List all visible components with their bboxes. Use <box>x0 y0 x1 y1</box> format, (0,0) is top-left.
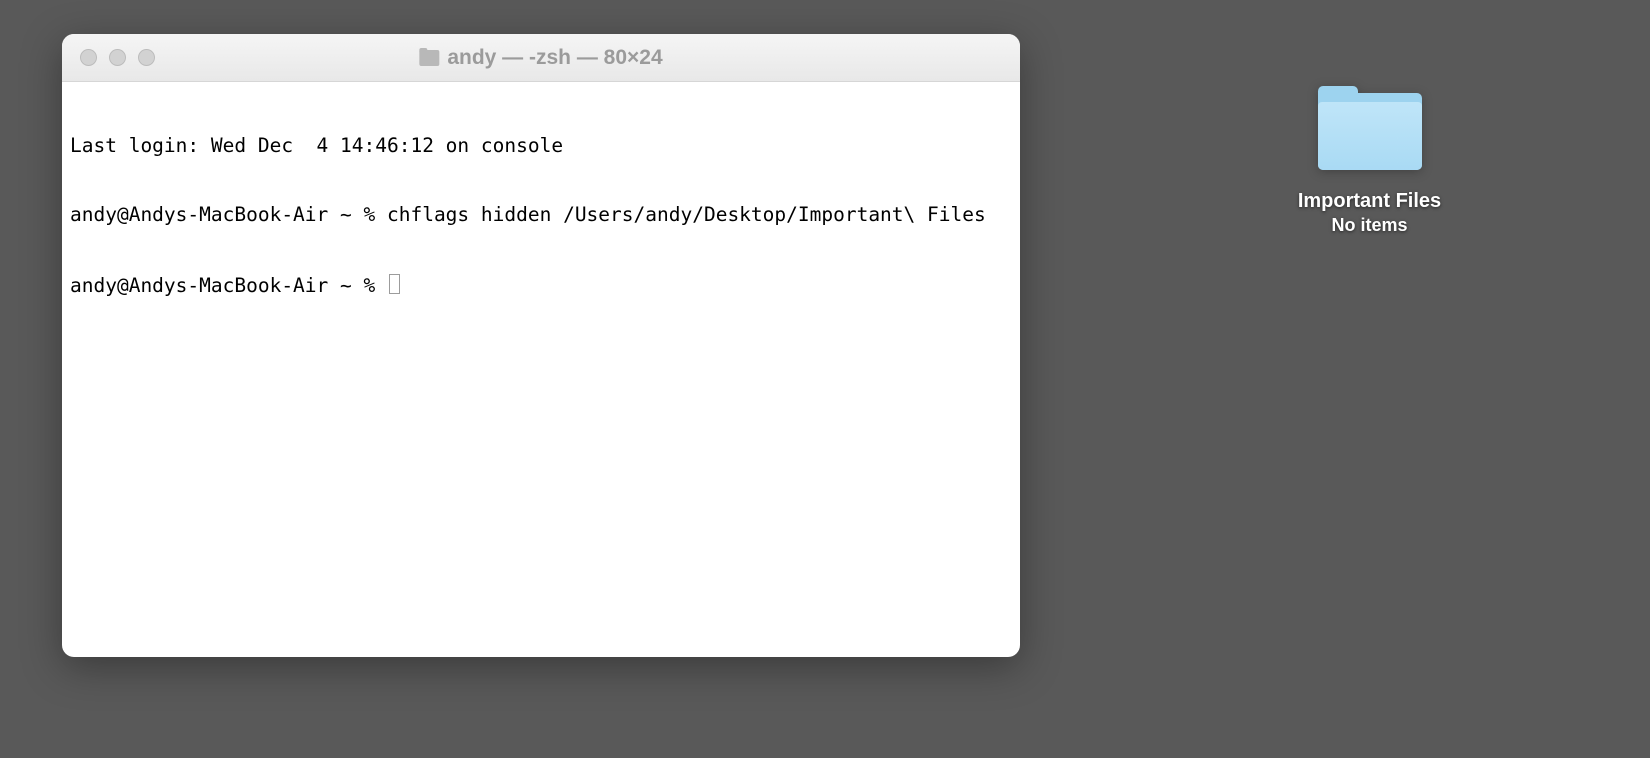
window-title: andy — -zsh — 80×24 <box>447 46 662 70</box>
folder-icon <box>419 50 439 66</box>
traffic-lights <box>80 49 155 66</box>
terminal-line-command: andy@Andys-MacBook-Air ~ % chflags hidde… <box>70 203 1012 226</box>
terminal-prompt-row: andy@Andys-MacBook-Air ~ % <box>70 272 1012 297</box>
desktop-folder-label: Important Files <box>1298 190 1441 213</box>
terminal-window[interactable]: andy — -zsh — 80×24 Last login: Wed Dec … <box>62 34 1020 657</box>
folder-icon <box>1318 86 1422 170</box>
close-button[interactable] <box>80 49 97 66</box>
terminal-body[interactable]: Last login: Wed Dec 4 14:46:12 on consol… <box>62 82 1020 657</box>
cursor-icon <box>389 274 400 294</box>
terminal-titlebar[interactable]: andy — -zsh — 80×24 <box>62 34 1020 82</box>
desktop-folder-important-files[interactable]: Important Files No items <box>1292 86 1447 236</box>
terminal-line-last-login: Last login: Wed Dec 4 14:46:12 on consol… <box>70 134 1012 157</box>
window-title-group: andy — -zsh — 80×24 <box>419 46 662 70</box>
minimize-button[interactable] <box>109 49 126 66</box>
terminal-prompt: andy@Andys-MacBook-Air ~ % <box>70 274 387 297</box>
desktop-folder-subtitle: No items <box>1331 215 1407 236</box>
zoom-button[interactable] <box>138 49 155 66</box>
